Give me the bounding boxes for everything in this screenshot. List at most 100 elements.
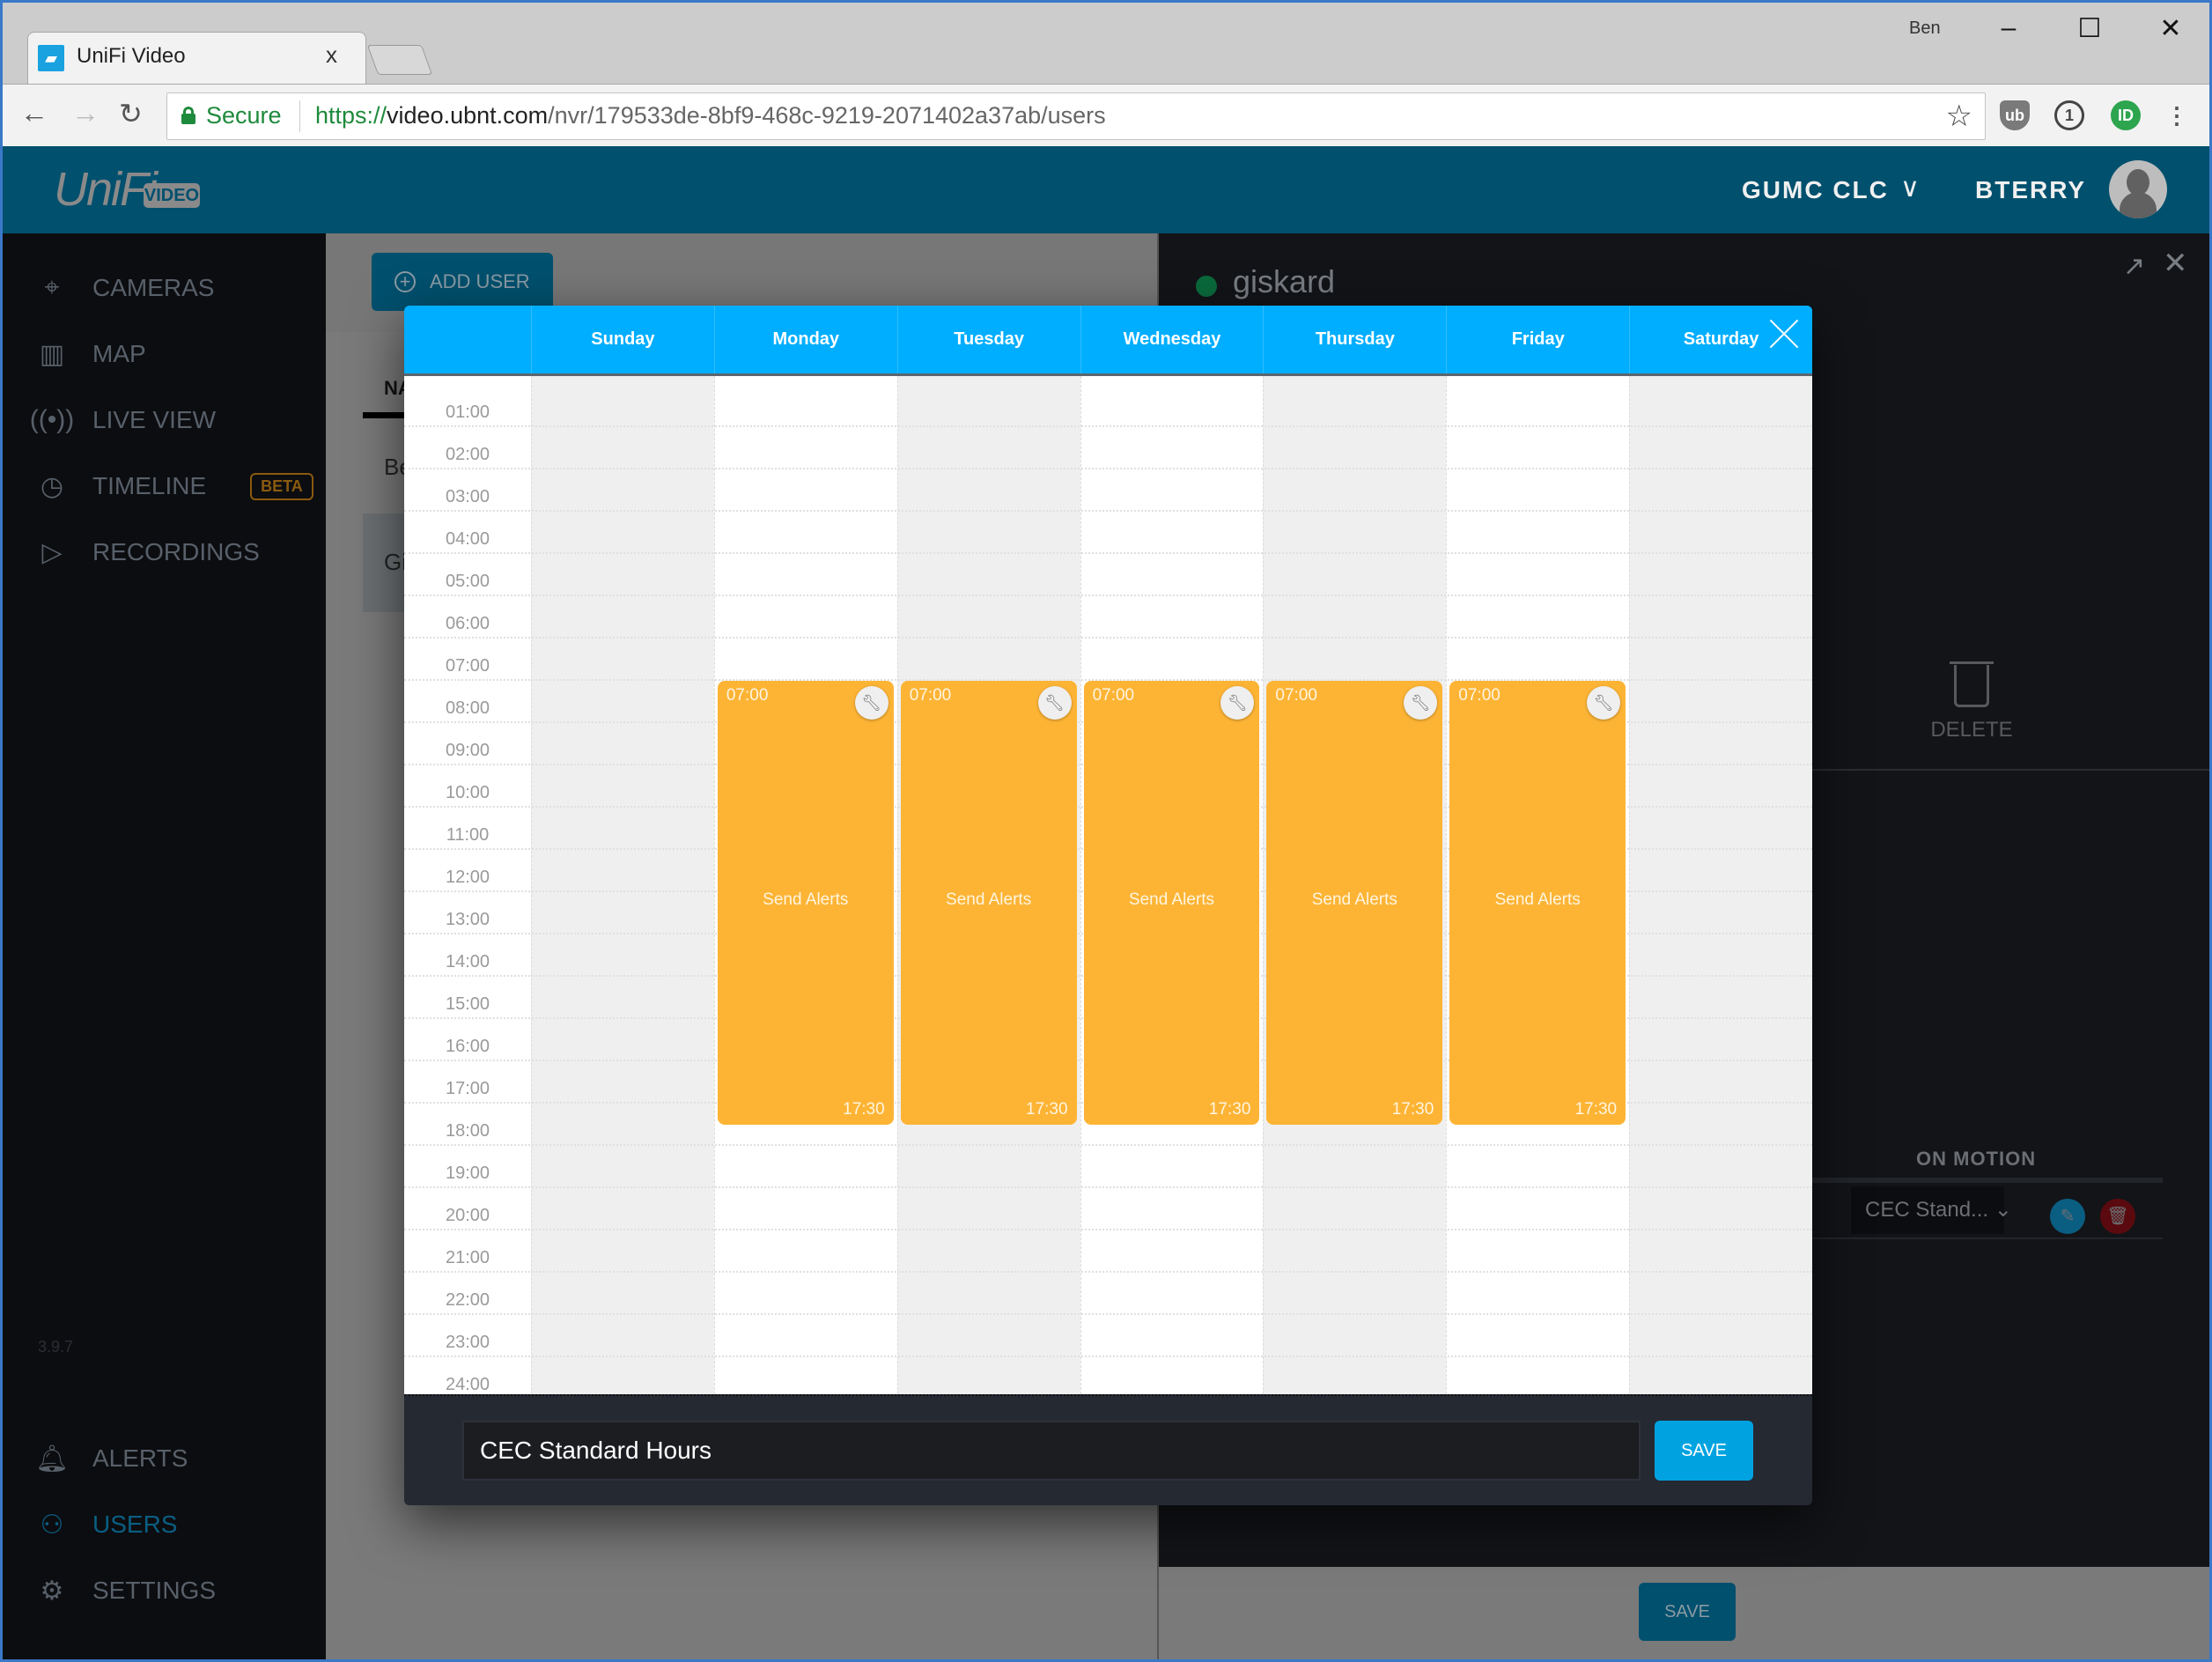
minimize-button[interactable]: – [1991, 13, 2026, 43]
new-tab-button[interactable] [366, 45, 433, 75]
close-modal-icon[interactable] [1768, 318, 1800, 350]
panel-save-button[interactable]: SAVE [1639, 1583, 1736, 1641]
tab-close-icon[interactable]: x [326, 41, 337, 69]
save-schedule-button[interactable]: SAVE [1655, 1421, 1753, 1481]
hour-label: 17:00 [445, 1079, 490, 1098]
tab-bar: ▰ UniFi Video x Ben – ☐ ✕ [3, 3, 2209, 84]
hour-label: 10:00 [445, 783, 490, 802]
back-icon[interactable]: ← [20, 97, 48, 129]
1password-icon[interactable]: 1 [2054, 100, 2084, 130]
clock-icon: ◷ [40, 471, 64, 501]
hour-label: 02:00 [445, 445, 490, 464]
edit-schedule-button[interactable]: ✎ [2050, 1199, 2085, 1234]
sidebar-item-map[interactable]: ▥ MAP [34, 332, 146, 376]
divider [299, 100, 300, 132]
hour-label: 15:00 [445, 994, 490, 1014]
delete-schedule-button[interactable]: 🗑︎ [2100, 1199, 2135, 1234]
hour-label: 22:00 [445, 1290, 490, 1310]
schedule-block-wednesday[interactable]: 07:00 🔧︎ Send Alerts 17:30 [1083, 681, 1260, 1125]
sidebar-item-label: CAMERAS [92, 274, 215, 301]
wrench-icon[interactable]: 🔧︎ [1037, 686, 1072, 720]
hour-gridline [404, 425, 1812, 427]
hour-label: 07:00 [445, 656, 490, 676]
maximize-button[interactable]: ☐ [2072, 13, 2107, 44]
add-user-button[interactable]: + ADD USER [372, 253, 553, 311]
block-end-time: 17:30 [1391, 1100, 1434, 1119]
schedule-editor-modal: Sunday Monday Tuesday Wednesday Thursday Frid… [404, 306, 1812, 1505]
hour-label: 11:00 [446, 825, 490, 845]
schedule-block-tuesday[interactable]: 07:00 🔧︎ Send Alerts 17:30 [900, 681, 1077, 1125]
reload-icon[interactable]: ↻ [119, 97, 143, 130]
tab-title: UniFi Video [77, 44, 186, 68]
hour-label: 19:00 [445, 1163, 490, 1183]
url-scheme: https:// [315, 102, 387, 129]
block-start-time: 07:00 [909, 686, 952, 705]
plus-circle-icon: + [394, 271, 416, 292]
hour-gridline [404, 1144, 1812, 1146]
browser-menu-icon[interactable]: ⋮ [2162, 100, 2192, 130]
wrench-icon[interactable]: 🔧︎ [1587, 686, 1621, 720]
hour-gridline [404, 637, 1812, 639]
block-end-time: 17:30 [843, 1100, 885, 1119]
schedule-block-friday[interactable]: 07:00 🔧︎ Send Alerts 17:30 [1449, 681, 1626, 1125]
sidebar-item-live-view[interactable]: ((•)) LIVE VIEW [29, 398, 217, 442]
sidebar-item-label: LIVE VIEW [92, 406, 217, 433]
unifi-logo[interactable]: UniFi [54, 162, 158, 217]
hour-label: 12:00 [445, 868, 490, 887]
day-column-saturday[interactable] [1629, 376, 1812, 1394]
sidebar-item-label: RECORDINGS [92, 538, 260, 565]
wrench-icon[interactable]: 🔧︎ [1220, 686, 1255, 720]
hour-gridline [404, 468, 1812, 469]
camera-icon: ⌖ [44, 273, 60, 302]
wrench-icon[interactable]: 🔧︎ [854, 686, 888, 720]
live-view-icon: ((•)) [29, 405, 75, 434]
hour-label: 23:00 [445, 1333, 490, 1352]
sidebar-item-users[interactable]: ⚇ USERS [34, 1503, 178, 1547]
sidebar-item-cameras[interactable]: ⌖ CAMERAS [34, 266, 215, 310]
day-header-monday: Monday [713, 306, 897, 373]
schedule-grid[interactable]: 01:00 02:00 03:00 04:00 05:00 06:00 07:00 08:00… [404, 376, 1812, 1394]
profile-name[interactable]: Ben [1909, 18, 1941, 39]
map-icon: ▥ [39, 339, 65, 369]
sidebar-item-label: ALERTS [92, 1444, 188, 1472]
hour-gridline [404, 1186, 1812, 1188]
chevron-down-icon[interactable]: ∨ [1900, 173, 1920, 203]
schedule-select[interactable]: CEC Stand... ⌄ [1851, 1186, 2012, 1234]
close-window-button[interactable]: ✕ [2153, 13, 2188, 44]
address-bar: ← → ↻ Secure https://video.ubnt.com/nvr/… [3, 84, 2209, 146]
hour-label: 05:00 [445, 572, 490, 591]
sidebar-item-label: MAP [92, 340, 146, 367]
ublock-icon[interactable]: ub [2000, 100, 2030, 130]
day-column-sunday[interactable] [531, 376, 714, 1394]
site-selector[interactable]: GUMC CLC [1742, 176, 1889, 204]
hour-label: 14:00 [445, 952, 490, 971]
close-panel-icon[interactable]: ✕ [2163, 246, 2188, 281]
bookmark-star-icon[interactable]: ☆ [1946, 99, 1972, 134]
username[interactable]: BTERRY [1975, 176, 2086, 204]
gear-icon: ⚙ [40, 1576, 64, 1606]
sidebar-item-timeline[interactable]: ◷ TIMELINE BETA [34, 464, 313, 508]
hour-gridline [404, 1229, 1812, 1230]
sidebar-item-alerts[interactable]: 🔔︎ ALERTS [34, 1437, 188, 1481]
url-field[interactable]: Secure https://video.ubnt.com/nvr/179533… [166, 92, 1986, 140]
delete-user-button[interactable]: DELETE [1906, 661, 2038, 742]
beta-badge: BETA [250, 472, 313, 500]
forward-icon[interactable]: → [71, 97, 100, 129]
sidebar-item-settings[interactable]: ⚙ SETTINGS [34, 1569, 216, 1613]
sidebar-item-recordings[interactable]: ▷ RECORDINGS [34, 530, 260, 574]
schedule-block-monday[interactable]: 07:00 🔧︎ Send Alerts 17:30 [717, 681, 894, 1125]
wrench-icon[interactable]: 🔧︎ [1404, 686, 1438, 720]
block-start-time: 07:00 [1275, 686, 1317, 705]
popout-icon[interactable]: ↗ [2123, 251, 2145, 282]
version-label: 3.9.7 [38, 1338, 74, 1355]
hour-label: 08:00 [445, 698, 490, 718]
avatar[interactable] [2109, 160, 2167, 218]
schedule-block-thursday[interactable]: 07:00 🔧︎ Send Alerts 17:30 [1266, 681, 1443, 1125]
url-host: video.ubnt.com [387, 102, 549, 129]
hour-gridline [404, 1271, 1812, 1273]
status-online-dot [1196, 276, 1217, 297]
schedule-name-input[interactable] [462, 1421, 1641, 1481]
id-extension-icon[interactable]: ID [2111, 100, 2141, 130]
day-header-tuesday: Tuesday [896, 306, 1080, 373]
secure-label: Secure [206, 102, 282, 129]
